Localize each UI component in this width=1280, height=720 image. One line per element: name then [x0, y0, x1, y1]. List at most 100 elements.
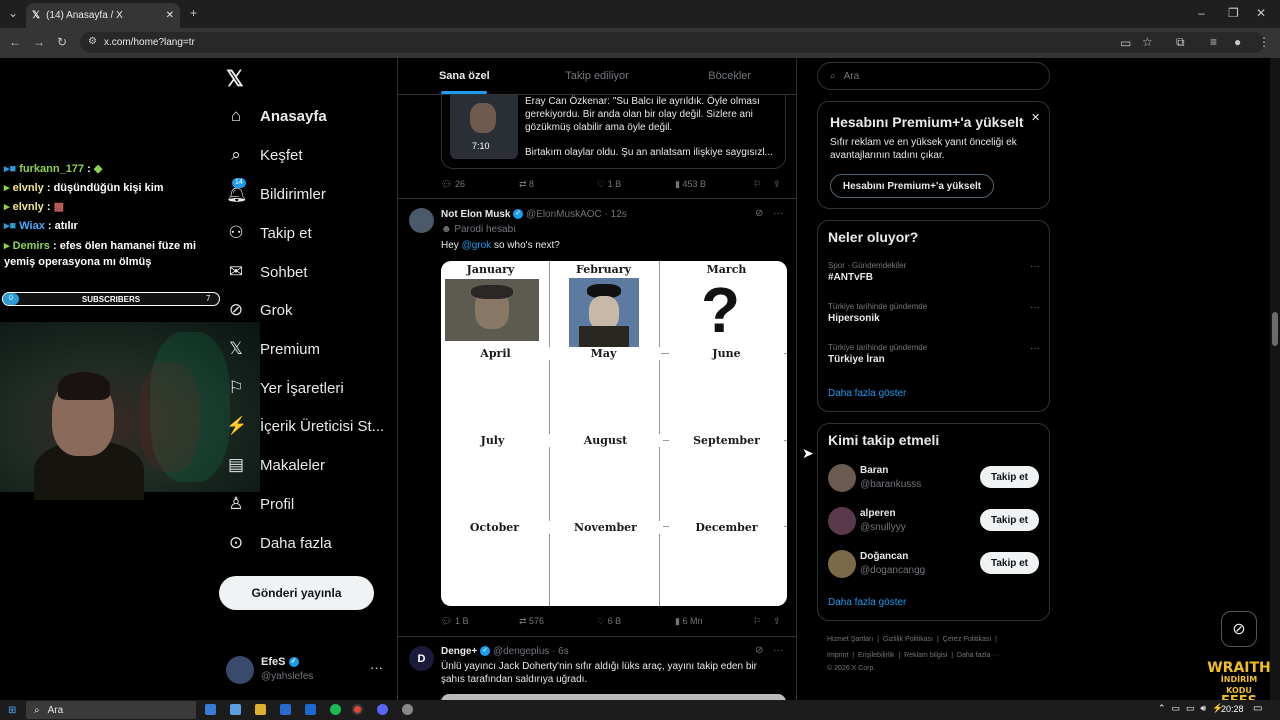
grok-icon[interactable]: ⊘ — [755, 208, 763, 219]
nav-item-notifications[interactable]: 🔔︎ 14 Bildirimler — [226, 178, 326, 206]
follow-suggestion[interactable]: alperen @snullyyy Takip et — [828, 507, 1040, 537]
new-tab-icon[interactable]: + — [190, 6, 197, 20]
follow-button[interactable]: Takip et — [980, 466, 1039, 488]
follow-suggestion[interactable]: Baran @barankusss Takip et — [828, 464, 1040, 494]
restore-icon[interactable]: ❐ — [1228, 6, 1239, 20]
reply-button[interactable]: 💬︎ 26 — [441, 179, 519, 190]
outlook-icon[interactable] — [280, 704, 291, 715]
footer-line[interactable]: Imprint | Erişilebilirlik | Reklam bilgi… — [827, 648, 1052, 664]
retweet-button[interactable]: ⇄ 576 — [519, 616, 597, 627]
nav-item-messages[interactable]: ✉ Sohbet — [226, 260, 308, 284]
tab-bugs[interactable]: Böcekler — [663, 58, 796, 94]
browser-tab[interactable]: 𝕏 (14) Anasayfa / X ✕ — [26, 3, 180, 28]
minimize-icon[interactable]: – — [1198, 6, 1205, 20]
share-icon[interactable]: ⇪ — [773, 616, 781, 627]
extensions-icon[interactable]: ⧉ — [1176, 35, 1185, 50]
follow-button[interactable]: Takip et — [980, 509, 1039, 531]
like-button[interactable]: ♡ 1 B — [597, 179, 675, 190]
trend-item[interactable]: Türkiye tarihinde gündemde Hipersonik ··… — [828, 302, 1040, 324]
bookmark-icon[interactable]: ⚐ — [753, 179, 773, 190]
scrollbar[interactable] — [1270, 58, 1280, 700]
author-handle[interactable]: @ElonMuskAOC — [526, 209, 602, 220]
profile-icon[interactable]: ● — [1234, 35, 1241, 49]
grok-floating-button[interactable]: ⊘ — [1221, 611, 1257, 647]
grok-icon[interactable]: ⊘ — [755, 645, 763, 656]
tab-for-you[interactable]: Sana özel — [398, 58, 531, 94]
edge-icon[interactable] — [205, 704, 216, 715]
nav-item-articles[interactable]: ▤ Makaleler — [226, 453, 325, 477]
like-button[interactable]: ♡ 6 B — [597, 616, 675, 627]
author-name[interactable]: Denge+ — [441, 646, 477, 657]
file-explorer-icon[interactable] — [255, 704, 266, 715]
footer-line[interactable]: Hizmet Şartları | Gizlilik Politikası | … — [827, 632, 1052, 648]
nav-item-follow[interactable]: ⚇ Takip et — [226, 221, 311, 245]
trend-item[interactable]: Spor · Gündemdekiler #ANTvFB ··· — [828, 261, 1040, 283]
nav-item-grok[interactable]: ⊘ Grok — [226, 298, 293, 322]
forward-icon[interactable]: → — [33, 35, 45, 49]
author-handle[interactable]: @dengeplus — [493, 646, 549, 657]
nav-item-premium[interactable]: 𝕏 Premium — [226, 337, 320, 361]
nav-item-explore[interactable]: ⌕ Keşfet — [226, 143, 302, 167]
spotify-icon[interactable] — [330, 704, 341, 715]
post-button[interactable]: Gönderi yayınla — [219, 576, 374, 610]
more-dots-icon[interactable]: ··· — [1030, 302, 1040, 313]
nav-item-profile[interactable]: ♙ Profil — [226, 492, 294, 516]
reload-icon[interactable]: ↻ — [57, 35, 67, 49]
trend-item[interactable]: Türkiye tarihinde gündemde Türkiye İran … — [828, 343, 1040, 365]
close-window-icon[interactable]: ✕ — [1256, 6, 1266, 20]
nav-item-home[interactable]: ⌂ Anasayfa — [226, 104, 327, 128]
nav-item-more[interactable]: ⊙ Daha fazla — [226, 531, 332, 555]
url-bar[interactable]: ⚙ x.com/home?lang=tr ▭ ☆ ⧉ ≡ ● ⋮ — [80, 32, 1270, 53]
close-icon[interactable]: ✕ — [1031, 111, 1040, 124]
store-icon[interactable] — [305, 704, 316, 715]
chrome-icon[interactable] — [352, 704, 363, 715]
system-tray[interactable]: ⌃▭▭🔊︎⚡ — [1158, 703, 1229, 714]
close-tab-icon[interactable]: ✕ — [166, 10, 174, 21]
mention-link[interactable]: @grok — [462, 240, 492, 251]
video-thumbnail[interactable]: 7:10 — [450, 95, 518, 159]
account-switcher[interactable]: EfeS ✓ @yahslefes ··· — [226, 656, 386, 686]
more-dots-icon[interactable]: ··· — [370, 660, 383, 675]
show-more-link[interactable]: Daha fazla göster — [828, 388, 906, 399]
notification-center-icon[interactable]: ▭ — [1253, 703, 1262, 714]
bookmark-icon[interactable]: ⚐ — [753, 616, 773, 627]
tab-following[interactable]: Takip ediliyor — [531, 58, 664, 94]
reply-button[interactable]: 💬︎ 1 B — [441, 616, 519, 627]
taskbar-search[interactable]: ⌕ Ara — [26, 701, 196, 719]
tab-list-icon[interactable]: ⌄ — [8, 6, 18, 20]
copilot-icon[interactable] — [230, 704, 241, 715]
follow-button[interactable]: Takip et — [980, 552, 1039, 574]
more-dots-icon[interactable]: ··· — [773, 645, 783, 656]
nav-item-creator-studio[interactable]: ⚡ İçerik Üreticisi St... — [226, 414, 384, 438]
author-name[interactable]: Not Elon Musk — [441, 209, 510, 220]
retweet-button[interactable]: ⇄ 8 — [519, 179, 597, 190]
avatar[interactable] — [409, 208, 434, 233]
bookmark-star-icon[interactable]: ☆ — [1142, 35, 1153, 49]
scrollbar-thumb[interactable] — [1272, 312, 1278, 346]
more-dots-icon[interactable]: ··· — [1030, 261, 1040, 272]
tweet-image-calendar[interactable]: January February March ? April May June … — [441, 261, 787, 606]
search-input[interactable]: ⌕ Ara — [817, 62, 1050, 90]
tweet-time[interactable]: · 12s — [605, 209, 627, 220]
link-card[interactable]: 7:10 Eray Can Özkenar: "Su Balcı ile ayr… — [441, 95, 786, 169]
more-dots-icon[interactable]: ··· — [1030, 343, 1040, 354]
discord-icon[interactable] — [377, 704, 388, 715]
tweet-time[interactable]: · 6s — [552, 646, 569, 657]
avatar[interactable]: D — [409, 646, 434, 671]
more-dots-icon[interactable]: ··· — [773, 208, 783, 219]
nav-item-bookmarks[interactable]: ⚐ Yer İşaretleri — [226, 376, 343, 400]
taskbar-clock[interactable]: 20:28 — [1221, 704, 1244, 714]
show-more-link[interactable]: Daha fazla göster — [828, 597, 906, 608]
media-icon[interactable]: ≡ — [1210, 35, 1217, 49]
obs-icon[interactable] — [402, 704, 413, 715]
views-button[interactable]: ▮ 453 B — [675, 179, 753, 190]
premium-button[interactable]: Hesabını Premium+'a yükselt — [830, 174, 994, 198]
menu-icon[interactable]: ⋮ — [1258, 35, 1270, 49]
x-logo-icon[interactable]: 𝕏 — [226, 66, 244, 92]
site-info-icon[interactable]: ⚙ — [88, 36, 97, 47]
follow-suggestion[interactable]: Doğancan @dogancangg Takip et — [828, 550, 1040, 580]
cast-icon[interactable]: ▭ — [1120, 36, 1131, 50]
views-button[interactable]: ▮ 6 Mn — [675, 616, 753, 627]
windows-start-icon[interactable]: ⊞ — [8, 705, 16, 716]
back-icon[interactable]: ← — [9, 35, 21, 49]
